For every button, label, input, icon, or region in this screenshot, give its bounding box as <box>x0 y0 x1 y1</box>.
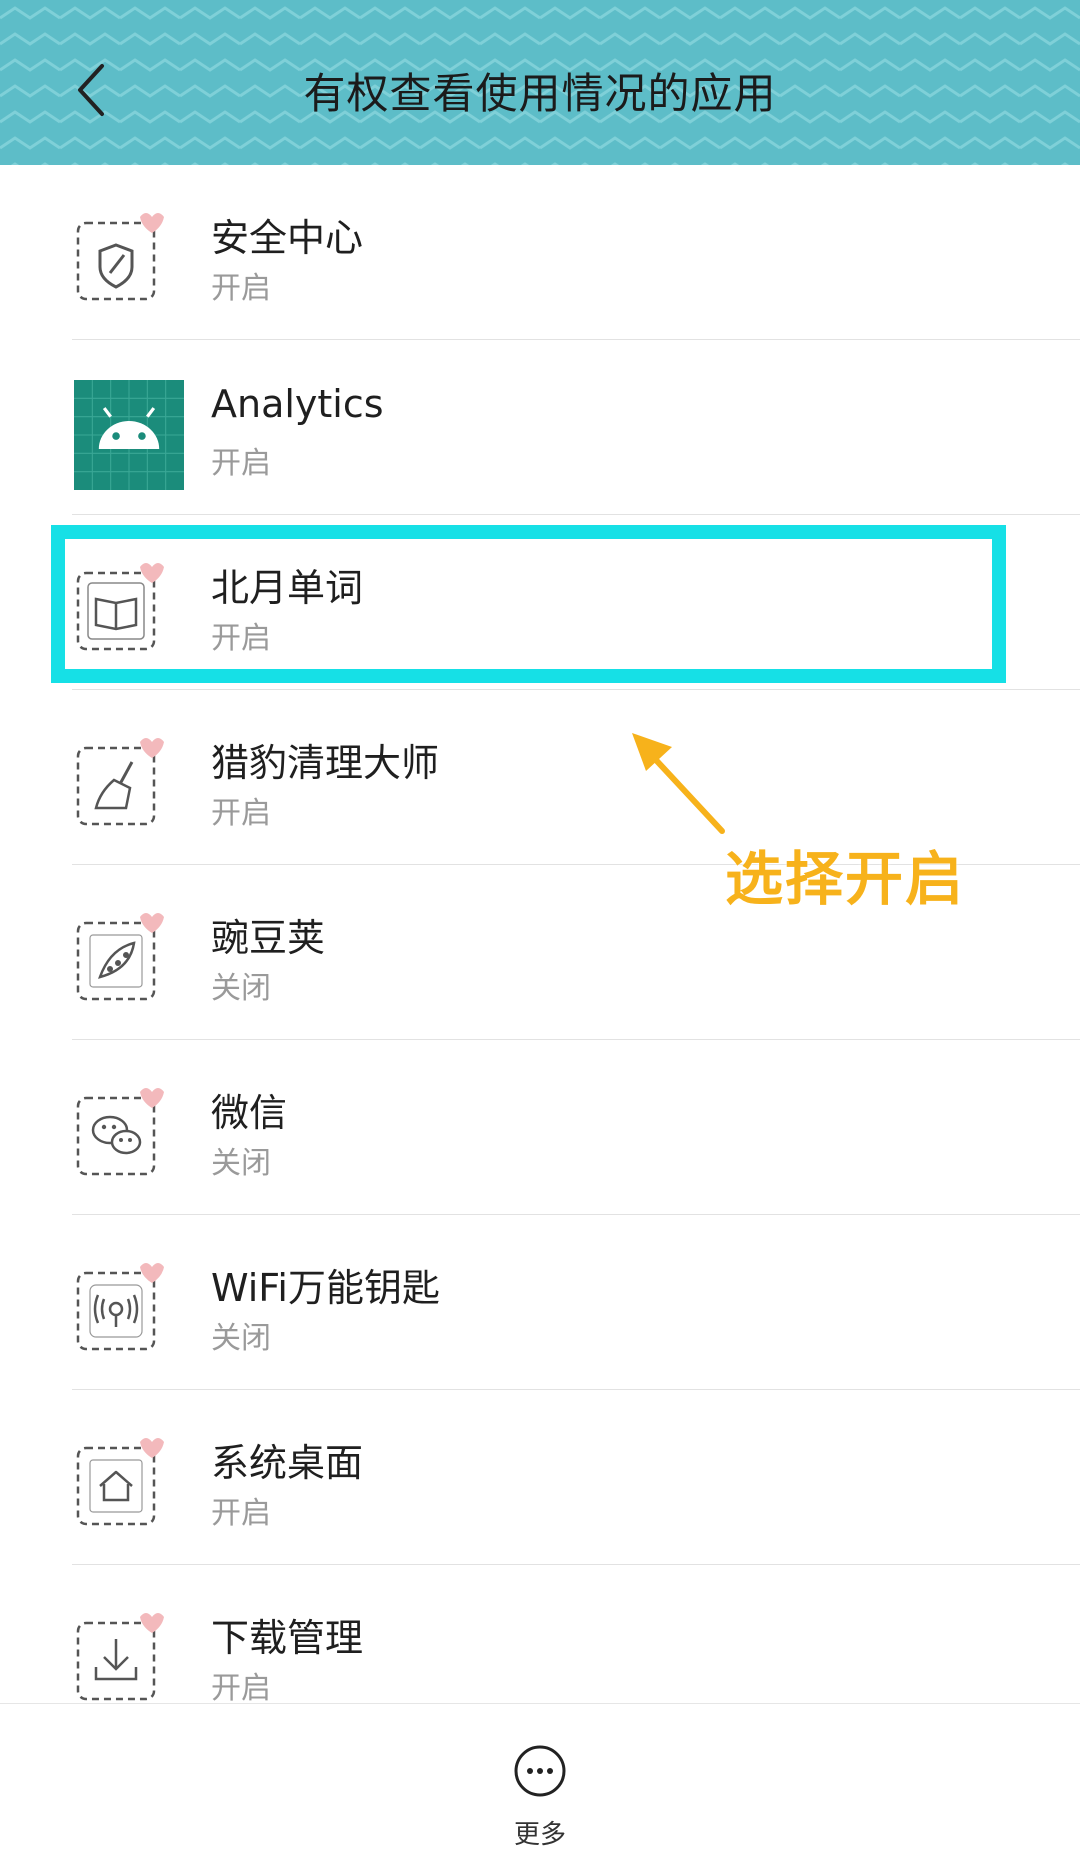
app-name: 微信 <box>211 1091 288 1135</box>
more-dots-icon <box>514 1745 566 1797</box>
app-status: 关闭 <box>211 971 271 1006</box>
app-status: 开启 <box>211 621 271 656</box>
more-label: 更多 <box>513 1820 566 1850</box>
app-name: 下载管理 <box>211 1616 364 1660</box>
app-name: 安全中心 <box>211 216 364 260</box>
bottom-bar: 更多 <box>0 1703 1080 1872</box>
list-item-analytics[interactable]: Analytics 开启 <box>0 340 1080 515</box>
app-name: 猎豹清理大师 <box>211 741 440 785</box>
home-icon <box>76 1438 164 1526</box>
list-item-security-center[interactable]: 安全中心 开启 <box>0 165 1080 340</box>
list-item-wifi-master-key[interactable]: WiFi万能钥匙 关闭 <box>0 1215 1080 1390</box>
more-button[interactable]: 更多 <box>490 1740 590 1850</box>
header-bar: 有权查看使用情况的应用 <box>0 0 1080 165</box>
list-item-beiyue-words[interactable]: 北月单词 开启 <box>0 515 1080 690</box>
book-icon <box>76 563 164 651</box>
app-name: 豌豆荚 <box>211 916 326 960</box>
app-name: 北月单词 <box>211 566 364 610</box>
android-icon <box>74 380 184 490</box>
app-status: 开启 <box>211 1671 271 1706</box>
app-name: 系统桌面 <box>211 1441 364 1485</box>
shield-icon <box>76 213 164 301</box>
page-title: 有权查看使用情况的应用 <box>303 69 777 118</box>
list-item-wechat[interactable]: 微信 关闭 <box>0 1040 1080 1215</box>
arrow-up-left-icon <box>632 733 725 834</box>
app-status: 开启 <box>211 446 271 481</box>
app-name: Analytics <box>211 382 384 426</box>
app-status: 开启 <box>211 271 271 306</box>
annotation-label: 选择开启 <box>725 845 966 913</box>
broom-icon <box>76 738 164 826</box>
app-status: 关闭 <box>211 1146 271 1181</box>
wechat-icon <box>76 1088 164 1176</box>
list-item-system-launcher[interactable]: 系统桌面 开启 <box>0 1390 1080 1565</box>
pea-pod-icon <box>76 913 164 1001</box>
app-status: 关闭 <box>211 1321 271 1356</box>
app-status: 开启 <box>211 1496 271 1531</box>
app-status: 开启 <box>211 796 271 831</box>
wifi-key-icon <box>76 1263 164 1351</box>
app-name: WiFi万能钥匙 <box>211 1266 440 1310</box>
